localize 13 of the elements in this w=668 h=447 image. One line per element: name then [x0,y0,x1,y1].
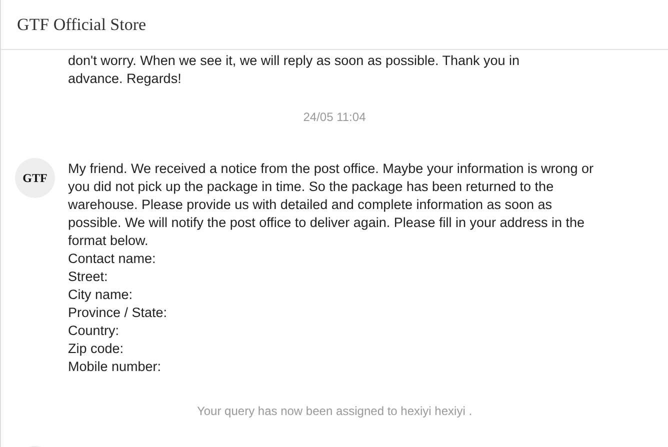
message-text: Contact name: [68,250,157,268]
message-text: Province / State: [68,304,168,322]
store-title: GTF Official Store [17,14,146,36]
message-text: City name: [68,286,134,304]
message-text: Street: [68,268,109,286]
timestamp: 24/05 11:04 [303,109,366,126]
assignment-notice: Your query has now been assigned to hexiyi hexiyi . [196,403,472,420]
message-text: Country: [68,322,120,340]
message-text: don't worry. When we see it, we will reply as soon as possible. Thank you in advance. Regards! [68,52,521,88]
message-text: Mobile number: [68,358,162,376]
message-text: My friend. We received a notice from the post office. Maybe your information is wrong or you did not pick up the package in time. So the package has been returned to the warehouse. Please provide us with detailed and complete information as soon as possible. We will notify the post office to deliver again. Please fill in your address in the format below. [68,160,594,250]
message-text: Zip code: [68,340,125,358]
avatar: GTF [15,158,55,198]
